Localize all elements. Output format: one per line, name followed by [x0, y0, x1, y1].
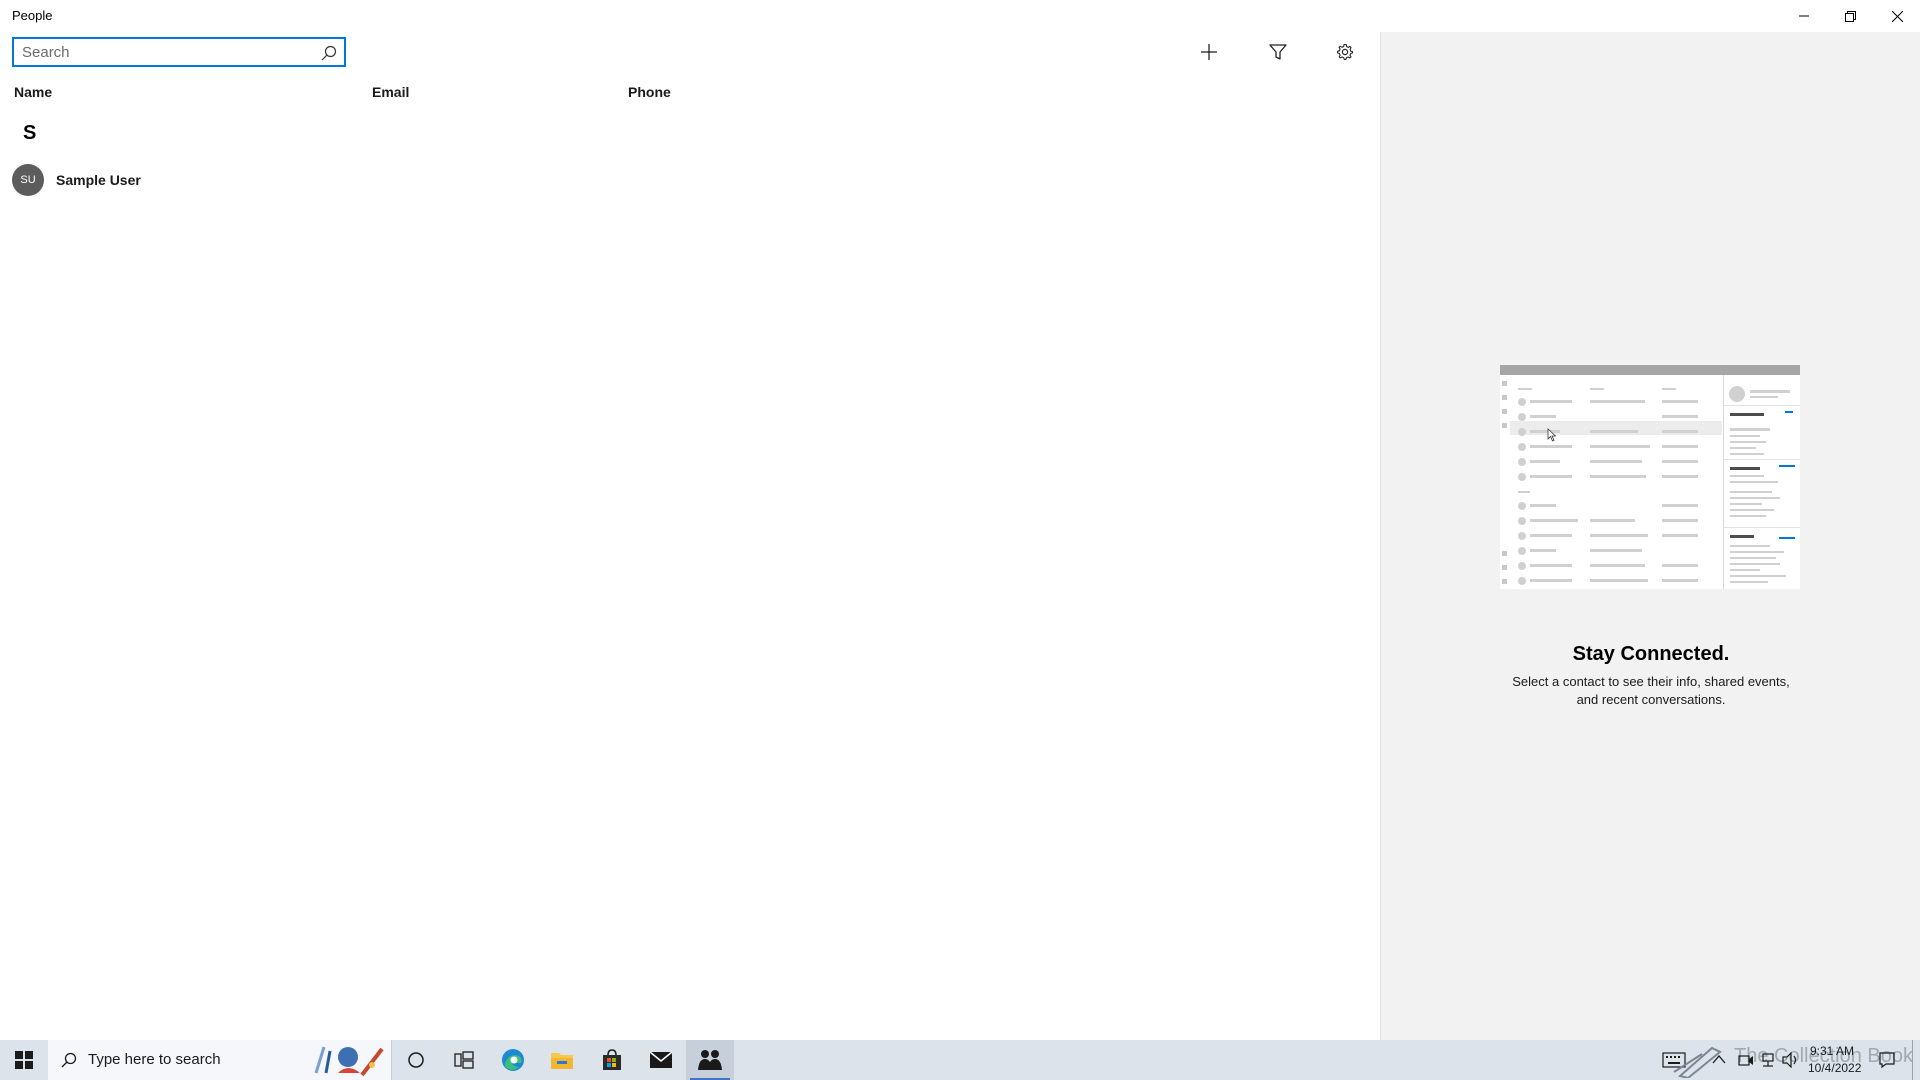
chevron-up-icon[interactable]	[1712, 1053, 1726, 1065]
detail-message-line-1: Select a contact to see their info, shar…	[1512, 674, 1790, 689]
detail-empty-message: Select a contact to see their info, shar…	[1501, 673, 1801, 709]
windows-logo-icon	[15, 1051, 33, 1069]
search-input[interactable]	[22, 43, 312, 61]
add-contact-button[interactable]	[1189, 36, 1229, 68]
clock-date[interactable]: 10/4/2022	[1808, 1061, 1861, 1075]
cortana-button[interactable]	[392, 1040, 440, 1080]
file-explorer-icon	[551, 1053, 573, 1069]
meet-now-icon[interactable]	[1738, 1052, 1754, 1068]
taskbar: Type here to search The Collection Book …	[0, 1040, 1920, 1080]
store-button[interactable]	[588, 1040, 636, 1080]
people-icon	[698, 1050, 722, 1070]
restore-button[interactable]	[1827, 0, 1873, 32]
contact-name: Sample User	[56, 172, 141, 188]
volume-icon[interactable]	[1782, 1052, 1800, 1068]
taskbar-search-box[interactable]: Type here to search	[48, 1040, 392, 1080]
network-icon[interactable]	[1760, 1052, 1776, 1068]
edge-button[interactable]	[489, 1040, 537, 1080]
people-app-illustration	[1500, 365, 1800, 589]
minimize-icon	[1799, 15, 1809, 17]
group-header-letter[interactable]: S	[23, 122, 36, 145]
column-header-email[interactable]: Email	[372, 84, 409, 100]
restore-icon	[1844, 10, 1856, 22]
contact-detail-pane: Stay Connected. Select a contact to see …	[1380, 32, 1920, 1040]
filter-button[interactable]	[1258, 36, 1298, 68]
avatar: SU	[12, 164, 44, 196]
task-view-icon	[454, 1051, 474, 1069]
start-button[interactable]	[0, 1040, 48, 1080]
task-view-button[interactable]	[440, 1040, 488, 1080]
mail-icon	[649, 1051, 673, 1068]
detail-empty-title: Stay Connected.	[1572, 643, 1730, 665]
gear-icon	[1337, 43, 1354, 61]
close-button[interactable]	[1874, 0, 1920, 32]
search-highlight-icon	[314, 1046, 384, 1077]
minimize-button[interactable]	[1781, 0, 1827, 32]
people-button[interactable]	[686, 1040, 734, 1080]
notification-icon[interactable]	[1878, 1051, 1896, 1069]
column-header-name[interactable]: Name	[14, 84, 52, 100]
app-title: People	[12, 8, 53, 23]
title-bar: People	[0, 0, 1920, 32]
contact-row[interactable]: SU Sample User	[0, 160, 700, 200]
cortana-icon	[408, 1052, 424, 1068]
search-icon	[61, 1052, 77, 1068]
show-desktop-button[interactable]	[1912, 1040, 1913, 1080]
store-icon	[603, 1049, 621, 1070]
close-icon	[1891, 10, 1903, 22]
clock-time[interactable]: 9:31 AM	[1810, 1044, 1854, 1058]
column-header-phone[interactable]: Phone	[628, 84, 671, 100]
search-icon[interactable]	[320, 44, 338, 62]
edge-icon	[502, 1049, 524, 1071]
search-box[interactable]	[12, 37, 346, 67]
file-explorer-button[interactable]	[538, 1040, 586, 1080]
mail-button[interactable]	[637, 1040, 685, 1080]
plus-icon	[1201, 44, 1217, 60]
taskbar-search-placeholder: Type here to search	[88, 1051, 221, 1068]
detail-message-line-2: and recent conversations.	[1576, 692, 1726, 707]
settings-button[interactable]	[1325, 36, 1365, 68]
filter-icon	[1269, 44, 1287, 60]
